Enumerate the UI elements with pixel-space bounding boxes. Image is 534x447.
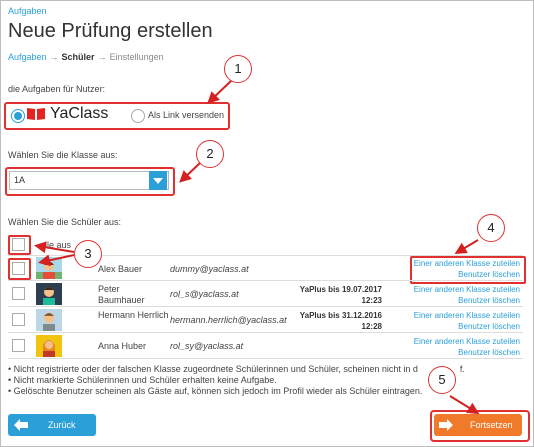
callout-3: 3 <box>74 240 102 268</box>
callout-1: 1 <box>224 55 252 83</box>
callout-arrow-1 <box>207 79 233 104</box>
callout-arrow-3a <box>38 254 75 267</box>
callout-2: 2 <box>196 140 224 168</box>
callout-5: 5 <box>428 366 456 394</box>
callout-arrow-3b <box>34 241 75 254</box>
callout-arrow-4 <box>454 239 479 255</box>
callout-arrow-2 <box>179 162 201 183</box>
callout-4: 4 <box>477 214 505 242</box>
callout-arrow-5 <box>449 395 480 415</box>
